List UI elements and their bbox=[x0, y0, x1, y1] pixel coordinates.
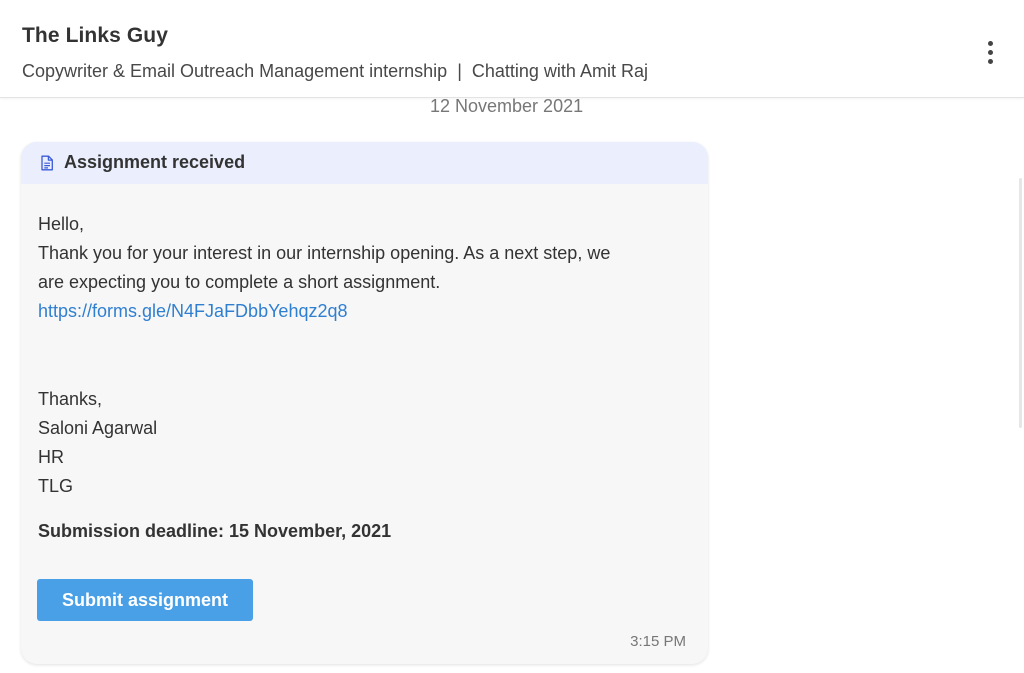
message-line: Hello, bbox=[38, 214, 85, 234]
assignment-link-row: https://forms.gle/N4FJaFDbbYehqz2q8 bbox=[38, 301, 348, 322]
signature-line: HR bbox=[38, 447, 64, 467]
assignment-card-header: Assignment received bbox=[21, 142, 708, 184]
internship-title: Copywriter & Email Outreach Management i… bbox=[22, 61, 448, 81]
company-name: The Links Guy bbox=[22, 24, 168, 47]
kebab-dot bbox=[988, 50, 993, 55]
chat-subtitle: Copywriter & Email Outreach Management i… bbox=[22, 61, 648, 82]
assignment-link[interactable]: https://forms.gle/N4FJaFDbbYehqz2q8 bbox=[38, 301, 348, 321]
message-line: are expecting you to complete a short as… bbox=[38, 272, 441, 292]
kebab-menu-icon[interactable] bbox=[980, 39, 1002, 69]
kebab-dot bbox=[988, 41, 993, 46]
subtitle-separator: | bbox=[457, 61, 462, 81]
document-icon bbox=[41, 155, 53, 171]
signature-line: TLG bbox=[38, 476, 74, 496]
kebab-dot bbox=[988, 59, 993, 64]
date-divider: 12 November 2021 bbox=[430, 96, 584, 116]
chat-page: The Links Guy Copywriter & Email Outreac… bbox=[0, 0, 1024, 673]
assignment-card-title: Assignment received bbox=[64, 152, 246, 172]
signature-line: Thanks, bbox=[38, 389, 103, 409]
signature-line: Saloni Agarwal bbox=[38, 418, 158, 438]
message-timestamp: 3:15 PM bbox=[630, 633, 686, 650]
chatting-with-label: Chatting with Amit Raj bbox=[471, 61, 648, 81]
scrollbar[interactable] bbox=[1019, 178, 1022, 428]
submit-assignment-button[interactable]: Submit assignment bbox=[37, 579, 253, 621]
submission-deadline: Submission deadline: 15 November, 2021 bbox=[38, 521, 392, 541]
chat-header: The Links Guy Copywriter & Email Outreac… bbox=[0, 0, 1024, 98]
assignment-card: Assignment received Hello, Thank you for… bbox=[21, 142, 708, 664]
message-line: Thank you for your interest in our inter… bbox=[38, 243, 611, 263]
